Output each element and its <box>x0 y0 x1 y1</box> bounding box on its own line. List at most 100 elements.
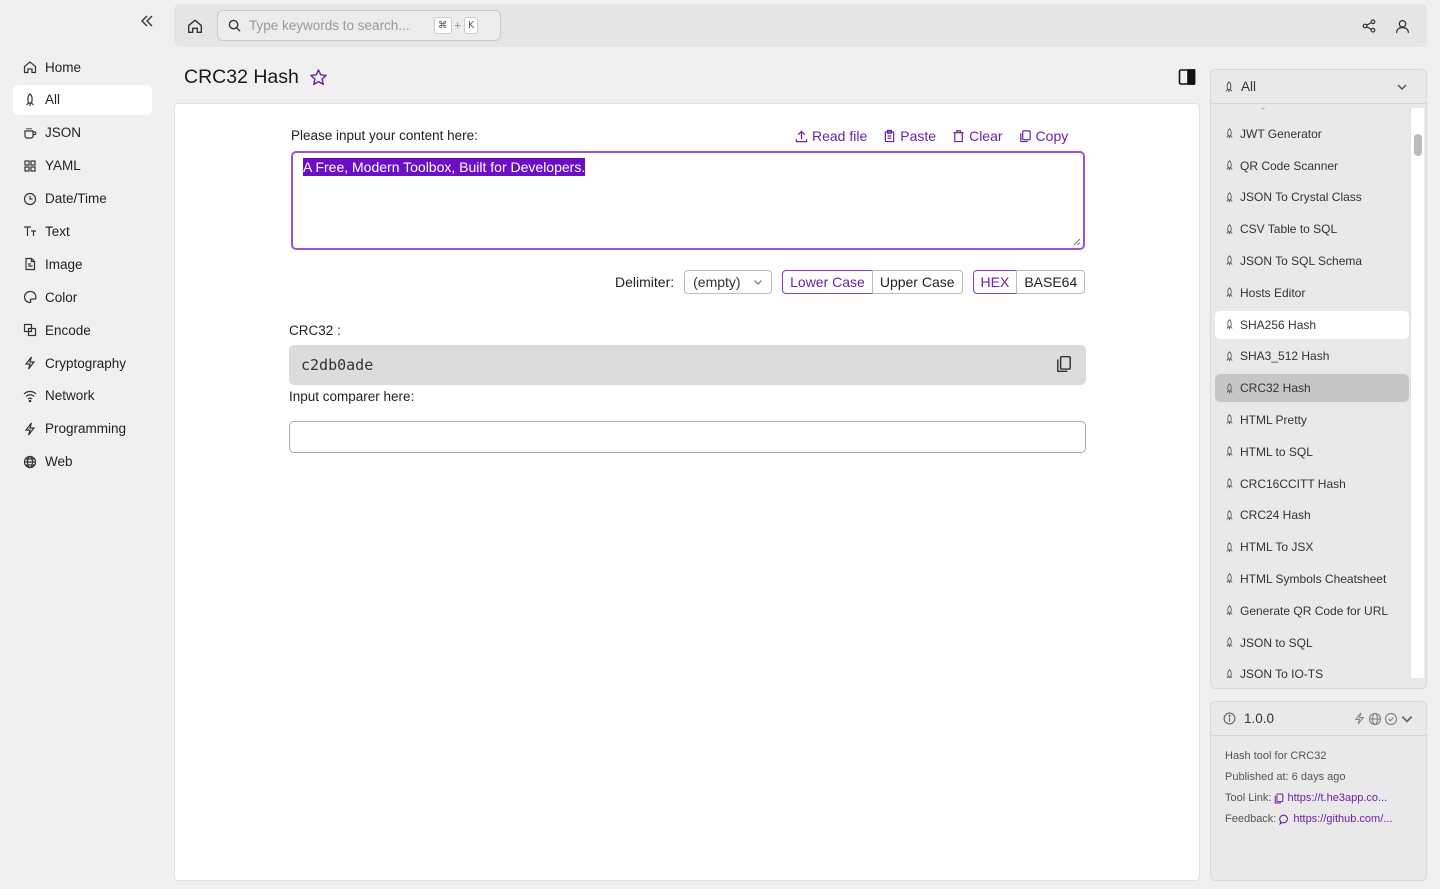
clear-label: Clear <box>969 128 1003 144</box>
sidebar-item-text[interactable]: Text <box>13 216 152 246</box>
tool-list-item-label: CRC24 Hash <box>1240 508 1311 523</box>
search-box[interactable]: ⌘ + K <box>217 10 501 41</box>
tool-list-item[interactable]: HTML To JSX <box>1215 533 1409 561</box>
sidebar-item-label: Text <box>45 223 70 239</box>
tool-list-item[interactable]: CRC24 Hash <box>1215 501 1409 529</box>
collapse-sidebar-button[interactable] <box>136 10 158 32</box>
sidebar-item-json[interactable]: JSON <box>13 118 152 148</box>
tool-list-item[interactable]: QR Code Scanner <box>1215 152 1409 180</box>
tool-description: Hash tool for CRC32 <box>1225 750 1327 762</box>
text-icon <box>23 224 37 238</box>
rocket-icon <box>1226 669 1233 678</box>
base64-button[interactable]: BASE64 <box>1016 270 1086 294</box>
share-button[interactable] <box>1359 16 1379 36</box>
paste-button[interactable]: Paste <box>883 128 936 144</box>
rocket-icon <box>1226 446 1233 457</box>
input-actions: Read file Paste Clear Copy <box>795 128 1068 144</box>
double-chevron-left-icon <box>141 15 153 27</box>
scrollbar-thumb[interactable] <box>1414 134 1422 156</box>
content-textarea[interactable]: A Free, Modern Toolbox, Built for Develo… <box>291 151 1085 250</box>
favorite-button[interactable] <box>309 68 329 88</box>
tool-list-item[interactable]: CRC16CCITT Hash <box>1215 470 1409 498</box>
rocket-icon <box>1226 255 1233 266</box>
sidebar-item-label: Web <box>45 454 73 470</box>
sidebar-item-label: Home <box>45 59 82 75</box>
toggle-right-panel-button[interactable] <box>1178 68 1198 88</box>
rocket-icon <box>1226 637 1233 648</box>
wifi-icon <box>23 389 37 403</box>
tool-list-item[interactable]: Image to Icon <box>1215 108 1409 116</box>
sidebar-item-color[interactable]: Color <box>13 282 152 312</box>
copy-output-button[interactable] <box>1056 355 1074 375</box>
sidebar-item-image[interactable]: Image <box>13 249 152 279</box>
home-icon <box>188 19 202 33</box>
tool-list-item[interactable]: JSON To SQL Schema <box>1215 247 1409 275</box>
tool-list-item-label: JSON To Crystal Class <box>1240 190 1362 205</box>
tool-list-item-label: JSON To IO-TS <box>1240 667 1324 678</box>
upload-icon <box>795 130 808 142</box>
sidebar-item-web[interactable]: Web <box>13 447 152 477</box>
comparer-input[interactable] <box>289 421 1086 453</box>
tool-info-body: Hash tool for CRC32 Published at: 6 days… <box>1211 736 1426 840</box>
case-toggle: Lower Case Upper Case <box>782 270 963 294</box>
user-button[interactable] <box>1392 16 1412 36</box>
grid-icon <box>23 159 37 173</box>
clear-button[interactable]: Clear <box>952 128 1003 144</box>
tool-list-item[interactable]: JSON To Crystal Class <box>1215 183 1409 211</box>
rocket-icon <box>1226 319 1233 330</box>
delimiter-select[interactable]: (empty) <box>684 270 773 294</box>
sidebar-item-encode[interactable]: Encode <box>13 315 152 345</box>
sidebar-item-programming[interactable]: Programming <box>13 414 152 444</box>
tool-list-item[interactable]: HTML Symbols Cheatsheet <box>1215 565 1409 593</box>
lower-case-button[interactable]: Lower Case <box>782 270 873 294</box>
tool-list-scrollbar[interactable] <box>1410 108 1424 678</box>
sidebar-item-yaml[interactable]: YAML <box>13 151 152 181</box>
tool-list-item[interactable]: JSON To IO-TS <box>1215 660 1409 678</box>
tool-list-item[interactable]: HTML Pretty <box>1215 406 1409 434</box>
tool-list-item[interactable]: JWT Generator <box>1215 120 1409 148</box>
tool-list-item[interactable]: Generate QR Code for URL <box>1215 597 1409 625</box>
home-button[interactable] <box>184 15 206 37</box>
sidebar-item-datetime[interactable]: Date/Time <box>13 184 152 214</box>
sidebar-item-cryptography[interactable]: Cryptography <box>13 348 152 378</box>
category-filter-select[interactable]: All <box>1211 70 1426 104</box>
globe-icon <box>23 455 37 469</box>
image-icon <box>23 257 37 271</box>
lightning-icon <box>23 356 37 370</box>
tool-list-item-label: CSV Table to SQL <box>1240 222 1338 237</box>
tool-list-item[interactable]: SHA256 Hash <box>1215 310 1409 339</box>
tool-list-item[interactable]: Hosts Editor <box>1215 279 1409 307</box>
tool-info-header[interactable]: 1.0.0 <box>1211 702 1426 736</box>
chevron-down-icon <box>1401 715 1413 723</box>
tool-list-item[interactable]: HTML to SQL <box>1215 438 1409 466</box>
tool-list-item-label: Image to Icon <box>1240 108 1313 109</box>
copy-icon <box>1275 793 1284 804</box>
tool-list-item[interactable]: CRC32 Hash <box>1215 374 1409 403</box>
star-icon <box>310 69 327 86</box>
hex-button[interactable]: HEX <box>972 270 1018 294</box>
paste-label: Paste <box>900 128 937 144</box>
content-text: A Free, Modern Toolbox, Built for Develo… <box>303 158 586 176</box>
upper-case-button[interactable]: Upper Case <box>871 270 963 294</box>
clock-icon <box>23 192 37 206</box>
feedback-link[interactable]: https://github.com/... <box>1293 809 1392 830</box>
tool-list-item[interactable]: SHA3_512 Hash <box>1215 342 1409 370</box>
read-file-button[interactable]: Read file <box>795 128 867 144</box>
resize-grip-icon[interactable] <box>1073 238 1081 246</box>
sidebar-item-network[interactable]: Network <box>13 381 152 411</box>
tool-list-item-label: JSON To SQL Schema <box>1240 253 1363 268</box>
copy-button[interactable]: Copy <box>1019 128 1068 144</box>
tool-list-item-label: QR Code Scanner <box>1240 158 1339 173</box>
tool-list-item-label: SHA3_512 Hash <box>1240 349 1330 364</box>
tool-link[interactable]: https://t.he3app.co... <box>1287 788 1387 809</box>
sidebar-item-home[interactable]: Home <box>13 52 152 82</box>
tool-list-item[interactable]: CSV Table to SQL <box>1215 215 1409 243</box>
lightning-icon <box>1354 712 1365 725</box>
sidebar-item-all[interactable]: All <box>13 84 152 115</box>
search-input[interactable] <box>249 18 434 33</box>
sidebar-item-label: Network <box>45 388 95 404</box>
chat-icon <box>1279 814 1289 825</box>
tool-list-item[interactable]: JSON to SQL <box>1215 629 1409 657</box>
tool-link-label: Tool Link: <box>1225 792 1272 804</box>
feedback-label: Feedback: <box>1225 813 1277 825</box>
